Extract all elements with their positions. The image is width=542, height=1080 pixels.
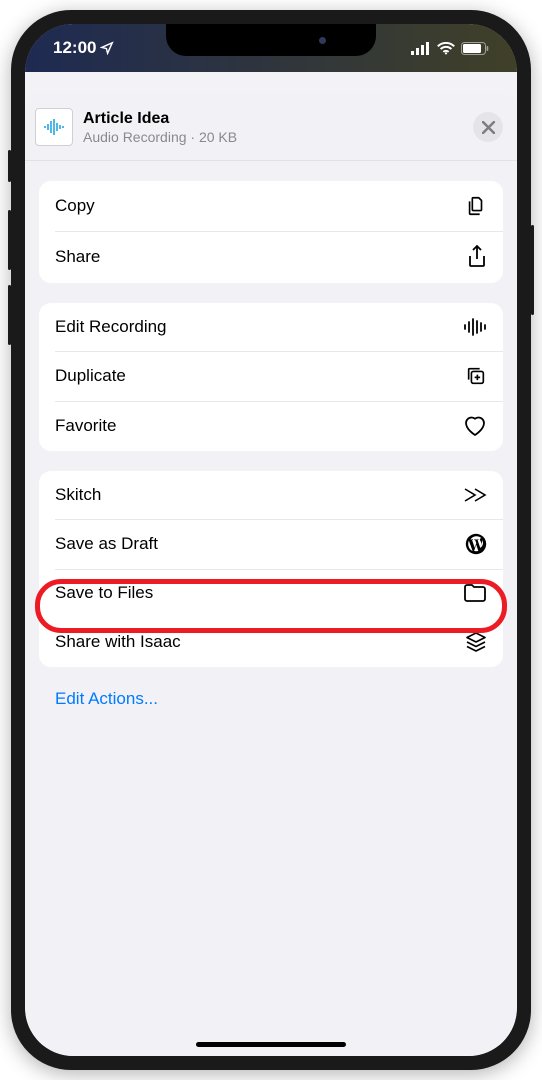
row-label: Share with Isaac [55,632,181,652]
copy-icon [461,195,487,217]
phone-frame: 12:00 Article Idea Audio Recording [11,10,531,1070]
favorite-row[interactable]: Favorite [39,401,503,451]
file-type: Audio Recording [83,129,187,145]
row-label: Skitch [55,485,101,505]
folder-icon [461,583,487,603]
waveform-icon [461,318,487,336]
sheet-header: Article Idea Audio Recording · 20 KB [25,94,517,161]
share-row[interactable]: Share [39,231,503,283]
share-icon [461,245,487,269]
row-label: Edit Recording [55,317,167,337]
file-title: Article Idea [83,110,473,128]
row-label: Save as Draft [55,534,158,554]
home-indicator[interactable] [196,1042,346,1047]
action-group-3: Skitch Save as Draft Save [39,471,503,667]
save-to-files-row[interactable]: Save to Files [39,569,503,617]
row-label: Copy [55,196,95,216]
edit-recording-row[interactable]: Edit Recording [39,303,503,351]
status-right [411,42,489,55]
row-label: Share [55,247,100,267]
row-label: Save to Files [55,583,153,603]
file-size: 20 KB [199,129,237,145]
wifi-icon [437,42,455,55]
action-group-1: Copy Share [39,181,503,283]
copy-row[interactable]: Copy [39,181,503,231]
location-icon [100,41,114,55]
duplicate-icon [461,365,487,387]
power-button [531,225,534,315]
camera-dot [319,37,326,44]
file-meta: Audio Recording · 20 KB [83,129,473,145]
wordpress-icon [461,533,487,555]
action-group-2: Edit Recording Duplicate F [39,303,503,451]
skitch-row[interactable]: Skitch [39,471,503,519]
time-text: 12:00 [53,38,96,58]
share-with-isaac-row[interactable]: Share with Isaac [39,617,503,667]
share-sheet: Article Idea Audio Recording · 20 KB Cop… [25,94,517,1056]
stack-icon [461,631,487,653]
mute-switch [8,150,11,182]
status-time: 12:00 [53,38,114,58]
duplicate-row[interactable]: Duplicate [39,351,503,401]
heart-icon [461,415,487,437]
row-label: Duplicate [55,366,126,386]
file-info: Article Idea Audio Recording · 20 KB [83,110,473,145]
action-groups: Copy Share [25,161,517,725]
volume-down-button [8,285,11,345]
save-as-draft-row[interactable]: Save as Draft [39,519,503,569]
skitch-icon [461,487,487,503]
battery-icon [461,42,489,55]
edit-actions-link[interactable]: Edit Actions... [39,687,503,725]
file-thumbnail [35,108,73,146]
audio-file-icon [43,119,65,135]
close-icon [482,121,495,134]
cellular-icon [411,42,431,55]
volume-up-button [8,210,11,270]
row-label: Favorite [55,416,116,436]
close-button[interactable] [473,112,503,142]
device-notch [166,24,376,56]
